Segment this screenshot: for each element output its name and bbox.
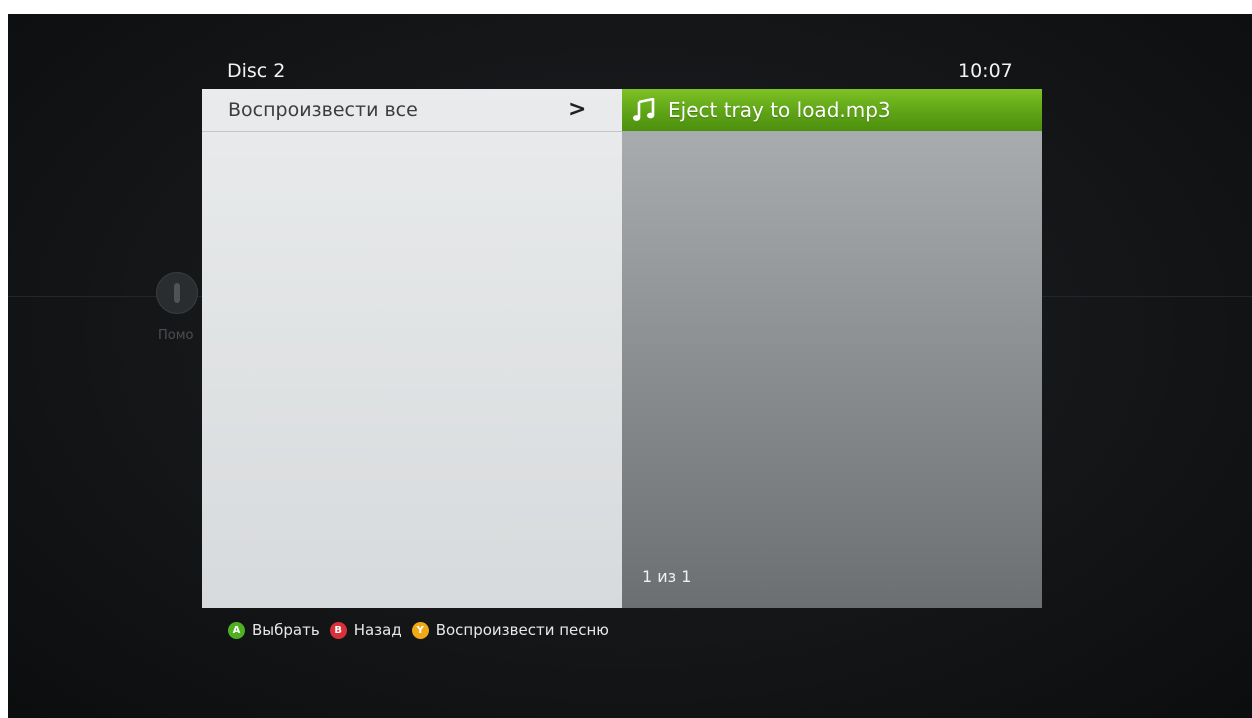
track-list-pane: Eject tray to load.mp3 1 из 1: [622, 89, 1042, 608]
hint-back-label: Назад: [353, 621, 402, 639]
track-item-selected[interactable]: Eject tray to load.mp3: [622, 89, 1042, 131]
play-all-button[interactable]: Воспроизвести все >: [202, 89, 622, 132]
a-button-icon: A: [228, 621, 245, 639]
button-hints-bar: A Выбрать B Назад Y Воспроизвести песню: [228, 618, 619, 642]
clock: 10:07: [958, 60, 1013, 82]
music-note-icon: [633, 98, 655, 121]
microphone-shape: [174, 283, 180, 303]
y-button-icon: Y: [411, 621, 429, 639]
hint-play-song[interactable]: Y Воспроизвести песню: [411, 621, 609, 639]
help-microphone-icon: [156, 272, 198, 314]
page-title: Disc 2: [227, 60, 286, 82]
menu-pane: Воспроизвести все >: [202, 89, 622, 608]
b-button-icon: B: [329, 621, 347, 639]
page-counter: 1 из 1: [642, 567, 692, 586]
background-help-label: Помо: [158, 328, 194, 343]
track-name: Eject tray to load.mp3: [668, 98, 891, 122]
play-all-label: Воспроизвести все: [228, 99, 418, 121]
hint-play-song-label: Воспроизвести песню: [435, 621, 609, 639]
hint-back[interactable]: B Назад: [329, 621, 402, 639]
hint-select-label: Выбрать: [252, 621, 320, 639]
chevron-right-icon: >: [568, 97, 587, 122]
hint-select[interactable]: A Выбрать: [228, 621, 320, 639]
